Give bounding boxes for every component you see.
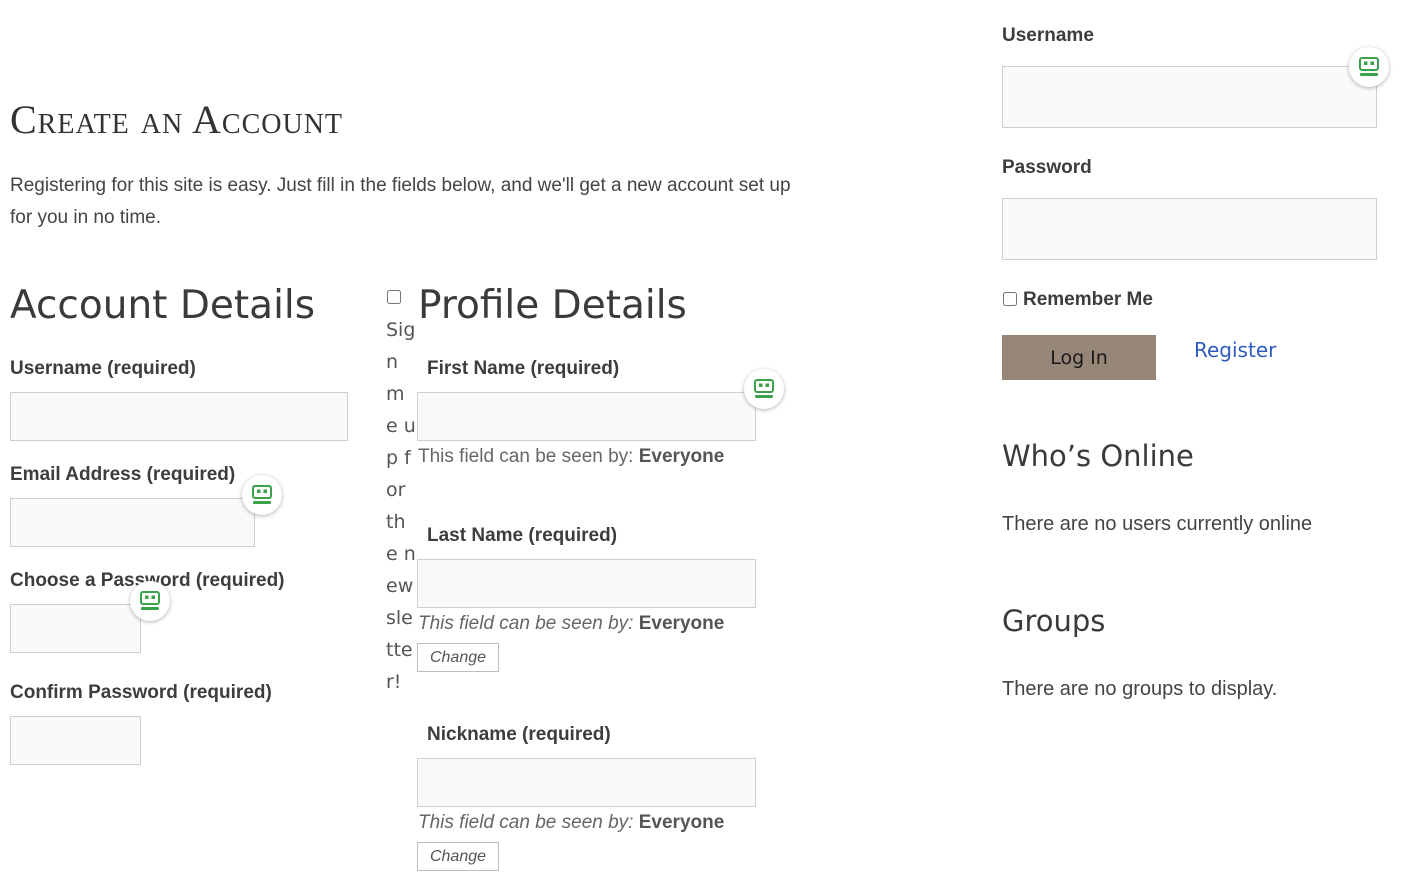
groups-text: There are no groups to display. <box>1002 678 1278 700</box>
visibility-value: Everyone <box>638 446 725 467</box>
nickname-change-button[interactable]: Change <box>417 842 499 871</box>
remember-me-checkbox[interactable] <box>1003 292 1017 306</box>
register-link[interactable]: Register <box>1194 338 1276 362</box>
intro-text: Registering for this site is easy. Just … <box>10 175 791 228</box>
whos-online-text: There are no users currently online <box>1002 513 1313 535</box>
password-manager-badge-password[interactable] <box>130 581 170 621</box>
nickname-label: Nickname (required) <box>427 724 611 745</box>
profile-details-heading: Profile Details <box>418 283 687 328</box>
email-label: Email Address (required) <box>10 464 236 485</box>
login-button[interactable]: Log In <box>1002 335 1156 380</box>
first-name-visibility: This field can be seen by: Everyone <box>418 446 724 468</box>
nickname-visibility: This field can be seen by: Everyone <box>418 812 724 834</box>
password-manager-icon <box>140 591 160 610</box>
username-input[interactable] <box>10 392 348 441</box>
confirm-password-label: Confirm Password (required) <box>10 682 272 703</box>
visibility-prefix: This field can be seen by: <box>418 613 634 634</box>
newsletter-checkbox[interactable] <box>387 290 401 304</box>
page-title: Create an Account <box>10 97 344 142</box>
password-manager-badge-email[interactable] <box>242 475 282 515</box>
remember-me-label: Remember Me <box>1023 289 1153 310</box>
password-input[interactable] <box>10 604 141 653</box>
nickname-input[interactable] <box>417 758 756 807</box>
first-name-input[interactable] <box>417 392 756 441</box>
last-name-change-button[interactable]: Change <box>417 643 499 672</box>
newsletter-label: Sign me up for the newsletter! <box>386 319 416 693</box>
last-name-label: Last Name (required) <box>427 525 618 546</box>
visibility-value: Everyone <box>638 812 725 833</box>
password-manager-badge-login[interactable] <box>1349 47 1389 87</box>
username-label: Username (required) <box>10 358 196 379</box>
confirm-password-input[interactable] <box>10 716 141 765</box>
sidebar-username-label: Username <box>1002 25 1094 46</box>
groups-heading: Groups <box>1002 604 1106 638</box>
email-input[interactable] <box>10 498 255 547</box>
visibility-prefix: This field can be seen by: <box>418 812 634 833</box>
sidebar-password-input[interactable] <box>1002 198 1377 260</box>
last-name-input[interactable] <box>417 559 756 608</box>
account-details-heading: Account Details <box>10 283 316 328</box>
password-manager-icon <box>252 485 272 504</box>
password-manager-icon <box>754 379 774 398</box>
last-name-visibility: This field can be seen by: Everyone <box>418 613 724 635</box>
first-name-label: First Name (required) <box>427 358 620 379</box>
password-manager-icon <box>1359 57 1379 76</box>
sidebar-password-label: Password <box>1002 157 1092 178</box>
visibility-prefix: This field can be seen by: <box>418 446 634 467</box>
password-manager-badge-first-name[interactable] <box>744 369 784 409</box>
whos-online-heading: Who’s Online <box>1002 439 1194 473</box>
sidebar-username-input[interactable] <box>1002 66 1377 128</box>
visibility-value: Everyone <box>638 613 725 634</box>
